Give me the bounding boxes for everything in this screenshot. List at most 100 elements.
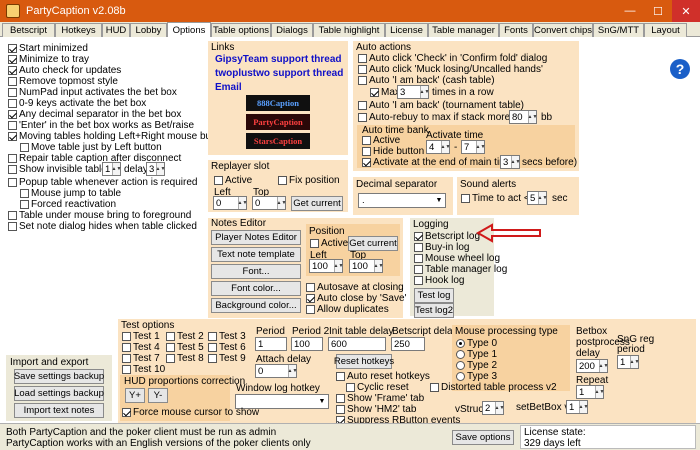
close-button[interactable]: ✕ <box>672 0 700 22</box>
gipsyteam-link[interactable]: GipsyTeam support thread <box>215 54 342 65</box>
buyin-log-checkbox[interactable]: Buy-in log <box>414 242 469 253</box>
auto-check-updates-checkbox[interactable]: Auto check for updates <box>8 65 121 76</box>
player-notes-editor-button[interactable]: Player Notes Editor <box>211 230 301 245</box>
distorted-table-checkbox[interactable]: Distorted table process v2 <box>430 382 557 393</box>
load-settings-backup-button[interactable]: Load settings backup <box>14 386 104 401</box>
autosave-checkbox[interactable]: Autosave at closing <box>306 282 404 293</box>
period-input[interactable]: 1 <box>255 337 287 351</box>
repeat-spin[interactable]: 1 ▲▼ <box>576 385 604 399</box>
test7-checkbox[interactable]: Test 7 <box>122 353 160 364</box>
tab-betscript[interactable]: Betscript <box>2 23 55 37</box>
show-invisible-spin[interactable]: 1 ▲▼ <box>102 162 121 176</box>
allow-duplicates-checkbox[interactable]: Allow duplicates <box>306 304 389 315</box>
help-icon[interactable]: ? <box>670 59 690 79</box>
period2-input[interactable]: 100 <box>291 337 323 351</box>
position-left-spin[interactable]: 100 ▲▼ <box>309 259 343 273</box>
tab-hud[interactable]: HUD <box>102 23 130 37</box>
partycaption-button[interactable]: PartyCaption <box>246 114 310 130</box>
font-color-button[interactable]: Font color... <box>211 281 301 296</box>
replayer-active-checkbox[interactable]: Active <box>214 175 252 186</box>
max-spin[interactable]: 3 ▲▼ <box>397 85 429 99</box>
minimize-tray-checkbox[interactable]: Minimize to tray <box>8 54 89 65</box>
twoplustwo-link[interactable]: twoplustwo support thread <box>215 68 343 79</box>
init-delay-input[interactable]: 600 <box>328 337 386 351</box>
autoclose-checkbox[interactable]: Auto close by 'Save' <box>306 293 406 304</box>
tab-table-manager[interactable]: Table manager <box>428 23 499 37</box>
under-mouse-checkbox[interactable]: Table under mouse bring to foreground <box>8 210 191 221</box>
background-color-button[interactable]: Background color... <box>211 298 301 313</box>
test-log2-button[interactable]: Test log2 <box>414 303 454 318</box>
tab-license[interactable]: License <box>385 23 428 37</box>
time-to-act-spin[interactable]: 5 ▲▼ <box>527 191 547 205</box>
moving-tables-checkbox[interactable]: Moving tables holding Left+Right mouse b… <box>8 131 233 142</box>
sng-reg-spin[interactable]: 1 ▲▼ <box>617 355 639 369</box>
mouse-jump-checkbox[interactable]: Mouse jump to table <box>20 188 121 199</box>
test2-checkbox[interactable]: Test 2 <box>166 331 204 342</box>
y-minus-button[interactable]: Y- <box>148 388 168 403</box>
setbetbox-spin[interactable]: 1 ▲▼ <box>566 400 588 414</box>
tab-dialogs[interactable]: Dialogs <box>271 23 313 37</box>
auto-muck-checkbox[interactable]: Auto click 'Muck losing/Uncalled hands' <box>358 64 543 75</box>
test1-checkbox[interactable]: Test 1 <box>122 331 160 342</box>
show-frame-tab-checkbox[interactable]: Show 'Frame' tab <box>336 393 424 404</box>
set-note-hide-checkbox[interactable]: Set note dialog hides when table clicked <box>8 221 197 232</box>
decimal-separator-checkbox[interactable]: Any decimal separator in the bet box <box>8 109 181 120</box>
betscript-log-checkbox[interactable]: Betscript log <box>414 231 480 242</box>
activate-end-spin[interactable]: 3 ▲▼ <box>500 155 520 169</box>
save-settings-backup-button[interactable]: Save settings backup <box>14 369 104 384</box>
fix-position-checkbox[interactable]: Fix position <box>278 175 340 186</box>
hide-button-checkbox[interactable]: Hide button <box>362 146 424 157</box>
betbox-delay-spin[interactable]: 200 ▲▼ <box>576 359 608 373</box>
decimal-select[interactable]: . ▼ <box>358 193 446 208</box>
type1-radio[interactable]: Type 1 <box>456 349 497 360</box>
position-active-checkbox[interactable]: Active <box>310 238 348 249</box>
test8-checkbox[interactable]: Test 8 <box>166 353 204 364</box>
test-log-button[interactable]: Test log <box>414 288 454 303</box>
rebuy-spin[interactable]: 80 ▲▼ <box>509 110 537 124</box>
tab-hotkeys[interactable]: Hotkeys <box>55 23 102 37</box>
time-bank-active-checkbox[interactable]: Active <box>362 135 400 146</box>
import-text-notes-button[interactable]: Import text notes <box>14 403 104 418</box>
auto-back-tourn-checkbox[interactable]: Auto 'I am back' (tournament table) <box>358 100 524 111</box>
force-mouse-cursor-checkbox[interactable]: Force mouse cursor to show <box>122 407 259 418</box>
position-top-spin[interactable]: 100 ▲▼ <box>349 259 383 273</box>
mousewheel-log-checkbox[interactable]: Mouse wheel log <box>414 253 500 264</box>
vstruct-spin[interactable]: 2 ▲▼ <box>482 401 504 415</box>
email-link[interactable]: Email <box>215 82 242 93</box>
tab-sng-mtt[interactable]: SnG/MTT <box>593 23 644 37</box>
starscaption-button[interactable]: StarsCaption <box>246 133 310 149</box>
font-button[interactable]: Font... <box>211 264 301 279</box>
time-bank-from-spin[interactable]: 4 ▲▼ <box>426 140 450 154</box>
test10-checkbox[interactable]: Test 10 <box>122 364 165 375</box>
test5-checkbox[interactable]: Test 5 <box>166 342 204 353</box>
auto-rebuy-checkbox[interactable]: Auto-rebuy to max if stack more than <box>358 112 532 123</box>
tab-table-highlight[interactable]: Table highlight <box>313 23 385 37</box>
activate-end-checkbox[interactable]: Activate at the end of main time ( <box>362 157 519 168</box>
cyclic-reset-checkbox[interactable]: Cyclic reset <box>346 382 409 393</box>
keys09-checkbox[interactable]: 0-9 keys activate the bet box <box>8 98 146 109</box>
position-get-current-button[interactable]: Get current <box>348 236 398 251</box>
remove-topmost-checkbox[interactable]: Remove topmost style <box>8 76 118 87</box>
delay-spin[interactable]: 3 ▲▼ <box>146 162 165 176</box>
test6-checkbox[interactable]: Test 6 <box>208 342 246 353</box>
replayer-left-spin[interactable]: 0 ▲▼ <box>213 196 247 210</box>
tab-convert-chips[interactable]: Convert chips <box>533 23 593 37</box>
test9-checkbox[interactable]: Test 9 <box>208 353 246 364</box>
tab-fonts[interactable]: Fonts <box>499 23 533 37</box>
y-plus-button[interactable]: Y+ <box>125 388 145 403</box>
type0-radio[interactable]: Type 0 <box>456 338 497 349</box>
move-left-button-checkbox[interactable]: Move table just by Left button <box>20 142 162 153</box>
reset-hotkeys-button[interactable]: Reset hotkeys <box>334 354 394 369</box>
test3-checkbox[interactable]: Test 3 <box>208 331 246 342</box>
test4-checkbox[interactable]: Test 4 <box>122 342 160 353</box>
popup-table-checkbox[interactable]: Popup table whenever action is required <box>8 177 197 188</box>
tab-lobby[interactable]: Lobby <box>130 23 167 37</box>
replayer-top-spin[interactable]: 0 ▲▼ <box>252 196 286 210</box>
auto-reset-hotkeys-checkbox[interactable]: Auto reset hotkeys <box>336 371 430 382</box>
start-minimized-checkbox[interactable]: Start minimized <box>8 43 88 54</box>
replayer-get-current-button[interactable]: Get current <box>291 196 343 211</box>
betscript-delay-input[interactable]: 250 <box>391 337 425 351</box>
type3-radio[interactable]: Type 3 <box>456 371 497 382</box>
text-note-template-button[interactable]: Text note template <box>211 247 301 262</box>
minimize-button[interactable]: — <box>616 0 644 22</box>
